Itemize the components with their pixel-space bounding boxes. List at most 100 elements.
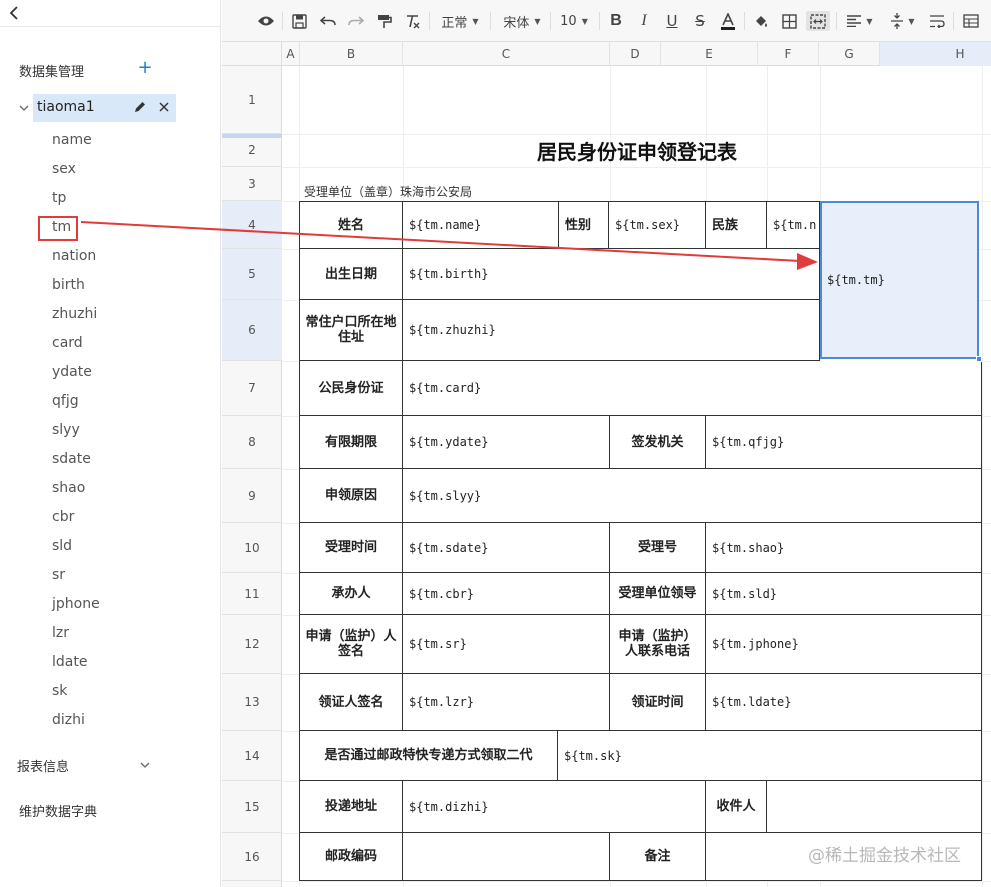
strikethrough-icon[interactable]: S: [690, 11, 710, 31]
value-postcode[interactable]: [403, 833, 610, 881]
bold-icon[interactable]: B: [606, 11, 626, 31]
row-header-5[interactable]: 5: [222, 249, 282, 300]
column-header-C[interactable]: C: [403, 42, 610, 66]
label-receiver-sign[interactable]: 领证人签名: [299, 674, 403, 731]
dataset-item[interactable]: tiaoma1: [17, 94, 177, 122]
row-header-12[interactable]: 12: [222, 615, 282, 674]
field-item-sdate[interactable]: sdate: [52, 445, 100, 474]
font-family-select[interactable]: 宋体 ▼: [498, 11, 546, 31]
column-header-H[interactable]: H: [880, 42, 991, 66]
label-post-question[interactable]: 是否通过邮政特快专递方式领取二代: [299, 731, 558, 781]
label-name[interactable]: 姓名: [299, 201, 403, 249]
close-icon[interactable]: [157, 100, 171, 114]
field-item-ydate[interactable]: ydate: [52, 358, 100, 387]
label-postcode[interactable]: 邮政编码: [299, 833, 403, 881]
redo-icon[interactable]: [346, 11, 366, 31]
frozen-row-divider[interactable]: [222, 134, 282, 138]
value-leader[interactable]: ${tm.sld}: [706, 573, 982, 615]
row-header-16[interactable]: 16: [222, 833, 282, 881]
merge-cells-icon[interactable]: [806, 11, 830, 31]
value-issuer[interactable]: ${tm.qfjg}: [706, 416, 982, 469]
field-item-shao[interactable]: shao: [52, 474, 100, 503]
undo-icon[interactable]: [318, 11, 338, 31]
value-receive-time[interactable]: ${tm.ldate}: [706, 674, 982, 731]
eye-icon[interactable]: [255, 11, 277, 31]
row-header-13[interactable]: 13: [222, 674, 282, 731]
label-card[interactable]: 公民身份证: [299, 361, 403, 416]
value-sex[interactable]: ${tm.sex}: [609, 201, 706, 249]
dataset-pill[interactable]: tiaoma1: [33, 94, 176, 122]
field-item-jphone[interactable]: jphone: [52, 590, 100, 619]
label-signer[interactable]: 申请（监护）人签名: [299, 615, 403, 674]
value-name[interactable]: ${tm.name}: [403, 201, 559, 249]
field-item-ldate[interactable]: ldate: [52, 648, 100, 677]
chevron-down-icon[interactable]: [18, 102, 30, 114]
data-dictionary-link[interactable]: 维护数据字典: [19, 801, 97, 820]
label-accept-time[interactable]: 受理时间: [299, 523, 403, 573]
field-item-sex[interactable]: sex: [52, 155, 100, 184]
sheet-title[interactable]: 居民身份证申领登记表: [537, 136, 737, 165]
unit-text[interactable]: 受理单位（盖章）珠海市公安局: [304, 183, 472, 200]
selected-barcode-cell[interactable]: ${tm.tm}: [820, 201, 979, 359]
back-icon[interactable]: [6, 4, 22, 22]
value-signer[interactable]: ${tm.sr}: [403, 615, 610, 674]
sheet-grid[interactable]: 居民身份证申领登记表 受理单位（盖章）珠海市公安局 姓名 ${tm.name} …: [282, 66, 991, 887]
field-item-qfjg[interactable]: qfjg: [52, 387, 100, 416]
value-card[interactable]: ${tm.card}: [403, 361, 982, 416]
column-header-A[interactable]: A: [282, 42, 300, 66]
fill-handle[interactable]: [976, 356, 982, 362]
row-header-7[interactable]: 7: [222, 361, 282, 416]
row-header-2[interactable]: 2: [222, 134, 282, 167]
field-item-dizhi[interactable]: dizhi: [52, 706, 100, 735]
label-accept-no[interactable]: 受理号: [610, 523, 706, 573]
label-remark[interactable]: 备注: [610, 833, 706, 881]
label-nation[interactable]: 民族: [706, 201, 767, 249]
pencil-icon[interactable]: [133, 100, 147, 114]
border-icon[interactable]: [779, 11, 799, 31]
vertical-align-icon[interactable]: ▼: [886, 11, 920, 31]
row-header-4[interactable]: 4: [222, 201, 282, 249]
value-handler[interactable]: ${tm.cbr}: [403, 573, 610, 615]
field-item-name[interactable]: name: [52, 126, 100, 155]
value-address[interactable]: ${tm.zhuzhi}: [403, 300, 820, 361]
field-item-cbr[interactable]: cbr: [52, 503, 100, 532]
label-leader[interactable]: 受理单位领导: [610, 573, 706, 615]
format-painter-icon[interactable]: [374, 11, 394, 31]
font-size-select[interactable]: 10 ▼: [556, 11, 592, 31]
label-post-address[interactable]: 投递地址: [299, 781, 403, 833]
field-item-sld[interactable]: sld: [52, 532, 100, 561]
row-header-14[interactable]: 14: [222, 731, 282, 781]
value-accept-time[interactable]: ${tm.sdate}: [403, 523, 610, 573]
label-recipient[interactable]: 收件人: [706, 781, 767, 833]
value-nation[interactable]: ${tm.n: [767, 201, 820, 249]
value-post-question[interactable]: ${tm.sk}: [558, 731, 982, 781]
field-item-slyy[interactable]: slyy: [52, 416, 100, 445]
row-header-3[interactable]: 3: [222, 167, 282, 201]
value-reason[interactable]: ${tm.slyy}: [403, 469, 982, 523]
label-address[interactable]: 常住户口所在地住址: [299, 300, 403, 361]
label-issuer[interactable]: 签发机关: [610, 416, 706, 469]
text-wrap-icon[interactable]: [927, 11, 947, 31]
label-handler[interactable]: 承办人: [299, 573, 403, 615]
paragraph-style-select[interactable]: 正常 ▼: [437, 11, 483, 31]
font-color-icon[interactable]: [718, 11, 738, 31]
value-contact[interactable]: ${tm.jphone}: [706, 615, 982, 674]
italic-icon[interactable]: I: [634, 11, 654, 31]
field-item-nation[interactable]: nation: [52, 242, 100, 271]
horizontal-align-icon[interactable]: ▼: [843, 11, 877, 31]
column-header-E[interactable]: E: [661, 42, 758, 66]
field-item-birth[interactable]: birth: [52, 271, 100, 300]
column-header-F[interactable]: F: [758, 42, 819, 66]
field-item-sr[interactable]: sr: [52, 561, 100, 590]
column-header-G[interactable]: G: [819, 42, 880, 66]
label-birth[interactable]: 出生日期: [299, 249, 403, 300]
row-header-15[interactable]: 15: [222, 781, 282, 833]
row-header-9[interactable]: 9: [222, 469, 282, 523]
row-header-1[interactable]: 1: [222, 66, 282, 134]
value-recipient[interactable]: [767, 781, 982, 833]
row-header-10[interactable]: 10: [222, 523, 282, 573]
field-item-card[interactable]: card: [52, 329, 100, 358]
field-item-zhuzhi[interactable]: zhuzhi: [52, 300, 100, 329]
field-item-sk[interactable]: sk: [52, 677, 100, 706]
underline-icon[interactable]: U: [662, 11, 682, 31]
